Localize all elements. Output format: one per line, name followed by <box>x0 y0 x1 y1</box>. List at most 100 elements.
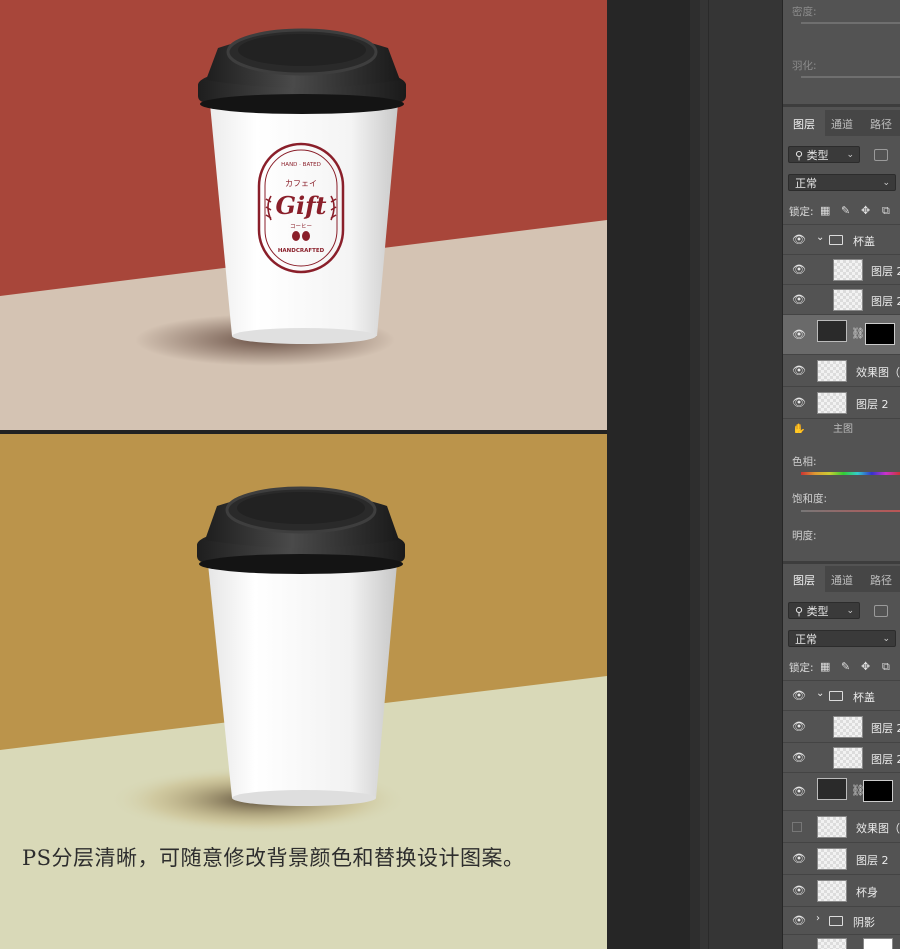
lock-artboard-icon[interactable]: ⧉ <box>882 204 890 218</box>
layer-row-group[interactable]: 👁 ⌄ 杯盖 <box>783 680 900 711</box>
hue-slider[interactable] <box>801 472 900 475</box>
layer-thumbnail <box>833 716 863 738</box>
search-icon: ⚲ <box>795 605 804 618</box>
layer-filter-select[interactable]: ⚲ 类型 ⌄ <box>788 602 860 619</box>
visibility-eye-icon[interactable]: 👁 <box>792 751 806 764</box>
visibility-eye-icon[interactable]: 👁 <box>792 884 806 897</box>
tab-layers[interactable]: 图层 <box>793 116 815 132</box>
layer-name: 杯身 <box>856 886 878 899</box>
chevron-down-icon: ⌄ <box>882 178 890 188</box>
layer-row[interactable]: 👁 杯身 <box>783 874 900 907</box>
visibility-eye-icon[interactable]: 👁 <box>792 396 806 409</box>
tab-paths[interactable]: 路径 <box>870 116 892 132</box>
folder-icon <box>829 916 843 926</box>
lock-row: 锁定: ▦ ✎ ✥ ⧉ <box>783 657 900 677</box>
layer-row[interactable]: 效果图（ <box>783 810 900 843</box>
layer-name: 图层 2 <box>871 265 900 278</box>
image-filter-icon[interactable] <box>874 149 888 161</box>
photoshop-side-panels: 密度: 羽化: 图层 通道 路径 ⚲ 类型 ⌄ 正常 ⌄ 锁定: ▦ ✎ ✥ ⧉… <box>783 0 900 949</box>
panel-separator <box>783 104 900 107</box>
chevron-right-icon[interactable]: › <box>816 913 820 924</box>
chevron-down-icon[interactable]: ⌄ <box>816 688 824 699</box>
visibility-eye-icon[interactable]: 👁 <box>792 293 806 306</box>
mockup-panel-red: HAND · BATED カフェイ Gift コーヒー HANDCRAFTED <box>0 0 607 430</box>
layer-row-selected[interactable]: 👁 ⛓ <box>783 314 900 355</box>
dock-gutter <box>690 0 700 949</box>
cup-body-b <box>208 564 397 798</box>
blend-mode-value: 正常 <box>795 177 817 190</box>
hand-icon[interactable]: ✋ <box>792 423 806 433</box>
chevron-down-icon: ⌄ <box>846 606 854 616</box>
logo-brand: Gift <box>275 191 326 220</box>
layer-name: 图层 2 <box>856 398 889 411</box>
layer-row-group[interactable]: 👁 › 阴影 <box>783 906 900 935</box>
layer-row[interactable]: 👁 图层 2 <box>783 710 900 743</box>
folder-icon <box>829 691 843 701</box>
blend-mode-select[interactable]: 正常 ⌄ <box>788 630 896 647</box>
lock-position-icon[interactable]: ✥ <box>861 204 870 217</box>
lock-transparent-icon[interactable]: ▦ <box>820 204 830 217</box>
layer-thumbnail <box>817 880 847 902</box>
visibility-eye-icon[interactable]: 👁 <box>792 263 806 276</box>
lock-paint-icon[interactable]: ✎ <box>841 660 850 673</box>
canvas-bottom-strip <box>0 893 607 949</box>
visibility-eye-icon[interactable]: 👁 <box>792 689 806 702</box>
layer-name: 杯盖 <box>853 235 875 248</box>
layer-row[interactable]: 👁 图层 2 <box>783 742 900 773</box>
search-icon: ⚲ <box>795 149 804 162</box>
layer-mask-thumbnail[interactable] <box>863 780 893 802</box>
layer-name: 效果图（ <box>856 366 900 379</box>
tab-layers[interactable]: 图层 <box>793 572 815 588</box>
density-slider[interactable] <box>801 22 900 24</box>
layer-row[interactable]: 👁 ⛓ <box>783 772 900 811</box>
layer-name: 杯盖 <box>853 691 875 704</box>
visibility-eye-icon[interactable]: 👁 <box>792 328 806 341</box>
layer-row-partial[interactable] <box>783 934 900 949</box>
tab-channels[interactable]: 通道 <box>831 572 853 588</box>
blend-mode-select[interactable]: 正常 ⌄ <box>788 174 896 191</box>
mockup-scene-mustard <box>0 434 607 893</box>
layer-row[interactable]: 👁 图层 2 <box>783 254 900 285</box>
logo-katakana: カフェイ <box>285 179 317 188</box>
layer-row-partial[interactable]: ✋ 主图 <box>783 418 900 433</box>
mockup-scene-red: HAND · BATED カフェイ Gift コーヒー HANDCRAFTED <box>0 0 607 430</box>
layer-row[interactable]: 👁 图层 2 <box>783 386 900 419</box>
layers-tabbar-top: 图层 通道 路径 <box>783 110 900 136</box>
layer-mask-thumbnail[interactable] <box>865 323 895 345</box>
lock-label: 锁定: <box>789 206 814 218</box>
layer-thumbnail <box>833 259 863 281</box>
visibility-eye-icon[interactable]: 👁 <box>792 852 806 865</box>
layer-row[interactable]: 👁 图层 2 <box>783 842 900 875</box>
visibility-eye-icon[interactable]: 👁 <box>792 364 806 377</box>
chevron-down-icon[interactable]: ⌄ <box>816 232 824 243</box>
layer-thumbnail <box>817 778 847 800</box>
lock-artboard-icon[interactable]: ⧉ <box>882 660 890 674</box>
filter-value: 类型 <box>806 149 829 162</box>
tab-channels[interactable]: 通道 <box>831 116 853 132</box>
layer-filter-select[interactable]: ⚲ 类型 ⌄ <box>788 146 860 163</box>
saturation-slider[interactable] <box>801 510 900 512</box>
visibility-eye-icon[interactable]: 👁 <box>792 785 806 798</box>
lock-row: 锁定: ▦ ✎ ✥ ⧉ <box>783 201 900 221</box>
document-canvas[interactable]: HAND · BATED カフェイ Gift コーヒー HANDCRAFTED <box>0 0 607 949</box>
layer-thumbnail <box>817 360 847 382</box>
visibility-eye-icon[interactable]: 👁 <box>792 720 806 733</box>
layer-name: 图层 2 <box>871 722 900 735</box>
visibility-eye-icon[interactable]: 👁 <box>792 914 806 927</box>
chevron-down-icon: ⌄ <box>882 634 890 644</box>
lock-position-icon[interactable]: ✥ <box>861 660 870 673</box>
visibility-off-box[interactable] <box>792 822 802 832</box>
layer-name: 效果图（ <box>856 822 900 835</box>
lock-transparent-icon[interactable]: ▦ <box>820 660 830 673</box>
image-filter-icon[interactable] <box>874 605 888 617</box>
layer-row[interactable]: 👁 效果图（ <box>783 354 900 387</box>
layer-row[interactable]: 👁 图层 2 <box>783 284 900 315</box>
link-icon[interactable]: ⛓ <box>851 327 865 340</box>
lock-paint-icon[interactable]: ✎ <box>841 204 850 217</box>
layer-row-group[interactable]: 👁 ⌄ 杯盖 <box>783 224 900 255</box>
visibility-eye-icon[interactable]: 👁 <box>792 233 806 246</box>
tab-paths[interactable]: 路径 <box>870 572 892 588</box>
layer-thumbnail <box>817 320 847 342</box>
feather-slider[interactable] <box>801 76 900 78</box>
lock-label: 锁定: <box>789 662 814 674</box>
